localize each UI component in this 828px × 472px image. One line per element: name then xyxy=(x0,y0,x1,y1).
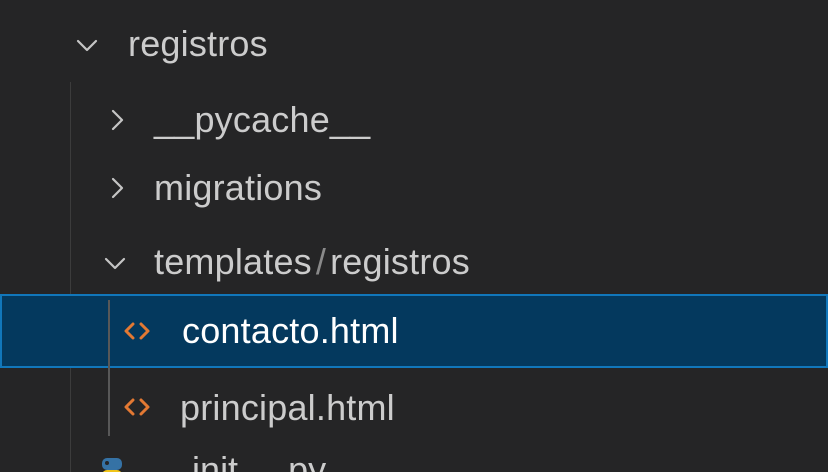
tree-item-migrations[interactable]: migrations xyxy=(0,150,828,226)
html-file-icon xyxy=(120,392,154,422)
indent-guide xyxy=(108,300,110,436)
folder-name-part: templates xyxy=(154,241,312,282)
tree-item-templates-registros[interactable]: templates / registros xyxy=(0,224,828,300)
tree-item-label: contacto.html xyxy=(182,310,399,351)
tree-item-label: principal.html xyxy=(180,387,395,428)
python-file-icon xyxy=(98,456,126,472)
tree-item-label: migrations xyxy=(154,167,323,208)
chevron-right-icon xyxy=(104,107,130,133)
html-file-icon xyxy=(120,316,154,346)
explorer-tree: registros __pycache__ migrations templat… xyxy=(0,0,828,472)
tree-item-pycache[interactable]: __pycache__ xyxy=(0,82,828,158)
chevron-down-icon xyxy=(102,250,128,276)
tree-item-label: registros xyxy=(128,23,268,64)
chevron-right-icon xyxy=(104,175,130,201)
tree-item-label: __init__.py xyxy=(152,449,327,472)
chevron-down-icon xyxy=(74,32,100,58)
path-separator: / xyxy=(315,241,327,282)
tree-item-contacto-html[interactable]: contacto.html xyxy=(0,294,828,368)
tree-item-label: __pycache__ xyxy=(154,99,371,140)
tree-item-label: templates / registros xyxy=(154,244,470,280)
tree-item-principal-html[interactable]: principal.html xyxy=(0,370,828,446)
folder-name-part: registros xyxy=(330,241,470,282)
tree-item-registros[interactable]: registros xyxy=(0,6,828,82)
